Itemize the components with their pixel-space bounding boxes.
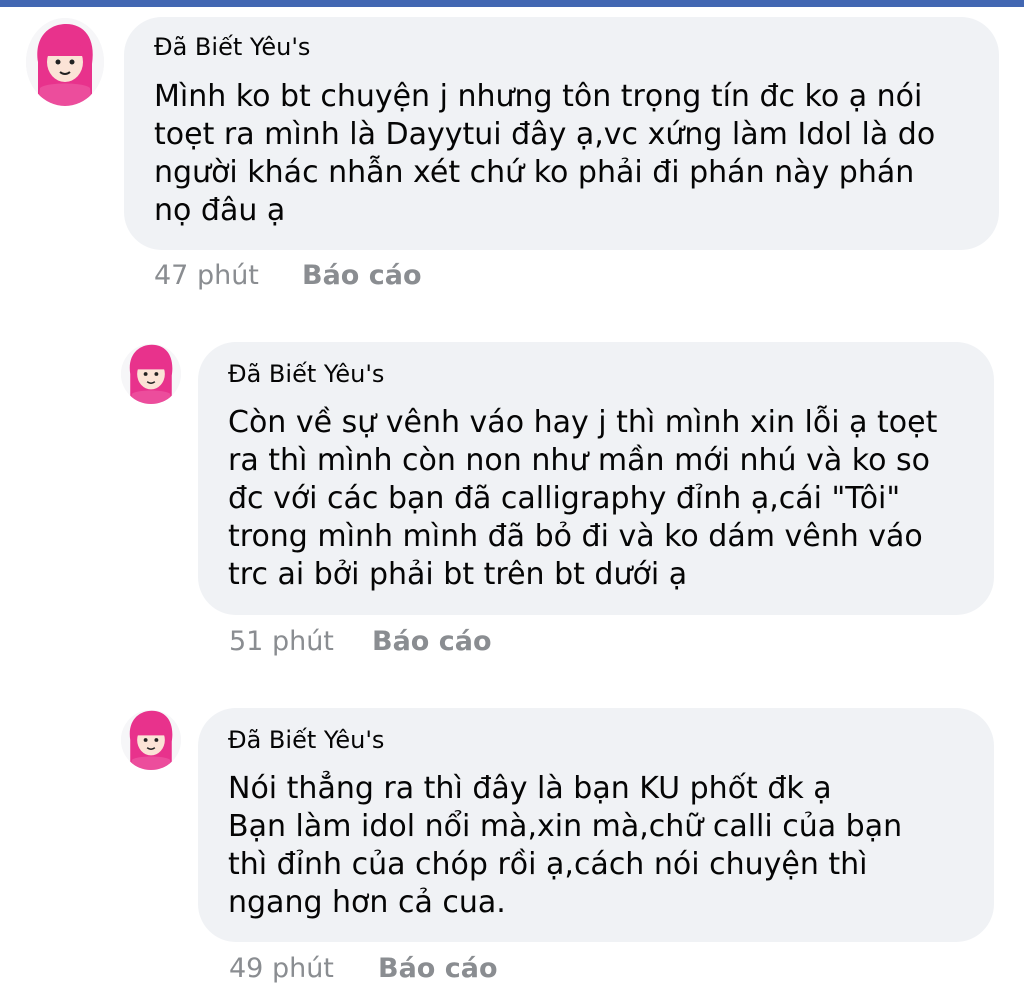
comment-author[interactable]: Đã Biết Yêu's <box>228 726 384 754</box>
comment-text-line: người khác nhẫn xét chứ ko phải đi phán … <box>154 155 915 190</box>
comment-author[interactable]: Đã Biết Yêu's <box>228 360 384 388</box>
avatar[interactable] <box>26 18 104 106</box>
comment-timestamp[interactable]: 51 phút <box>229 626 334 657</box>
comment-text-line: trong mình mình đã bỏ đi và ko dám vênh … <box>228 519 923 554</box>
avatar[interactable] <box>121 710 181 770</box>
comment-text-line: ra thì mình còn non như mần mới nhú và k… <box>228 443 930 478</box>
comment-text: Mình ko bt chuyện j nhưng tôn trọng tín … <box>154 78 935 230</box>
pink-haired-cartoon-avatar-icon <box>121 344 181 404</box>
comment-text-line: Nói thẳng ra thì đây là bạn KU phốt đk ạ <box>228 771 832 806</box>
report-button[interactable]: Báo cáo <box>372 626 492 657</box>
comment-text-line: Còn về sự vênh váo hay j thì mình xin lỗ… <box>228 405 938 440</box>
comment-author[interactable]: Đã Biết Yêu's <box>154 33 310 61</box>
pink-haired-cartoon-avatar-icon <box>121 710 181 770</box>
comment-text-line: toẹt ra mình là Dayytui đây ạ,vc xứng là… <box>154 117 936 152</box>
avatar[interactable] <box>121 344 181 404</box>
comment-text-line: nọ đâu ạ <box>154 193 286 228</box>
comment-text: Nói thẳng ra thì đây là bạn KU phốt đk ạ… <box>228 770 902 922</box>
pink-haired-cartoon-avatar-icon <box>26 18 104 106</box>
report-button[interactable]: Báo cáo <box>302 260 422 291</box>
comment-text-line: ngang hơn cả cua. <box>228 885 506 920</box>
top-header-strip <box>0 0 1024 7</box>
comment-text-line: đc với các bạn đã calligraphy đỉnh ạ,cái… <box>228 481 901 516</box>
comment-text-line: Mình ko bt chuyện j nhưng tôn trọng tín … <box>154 79 923 114</box>
comment-timestamp[interactable]: 47 phút <box>154 260 259 291</box>
comment-text-line: Bạn làm idol nổi mà,xin mà,chữ calli của… <box>228 809 903 844</box>
comment-timestamp[interactable]: 49 phút <box>229 953 334 984</box>
comment-text: Còn về sự vênh váo hay j thì mình xin lỗ… <box>228 404 937 594</box>
report-button[interactable]: Báo cáo <box>378 953 498 984</box>
comment-text-line: thì đỉnh của chóp rồi ạ,cách nói chuyện … <box>228 847 868 882</box>
comment-text-line: trc ai bởi phải bt trên bt dưới ạ <box>228 557 688 592</box>
